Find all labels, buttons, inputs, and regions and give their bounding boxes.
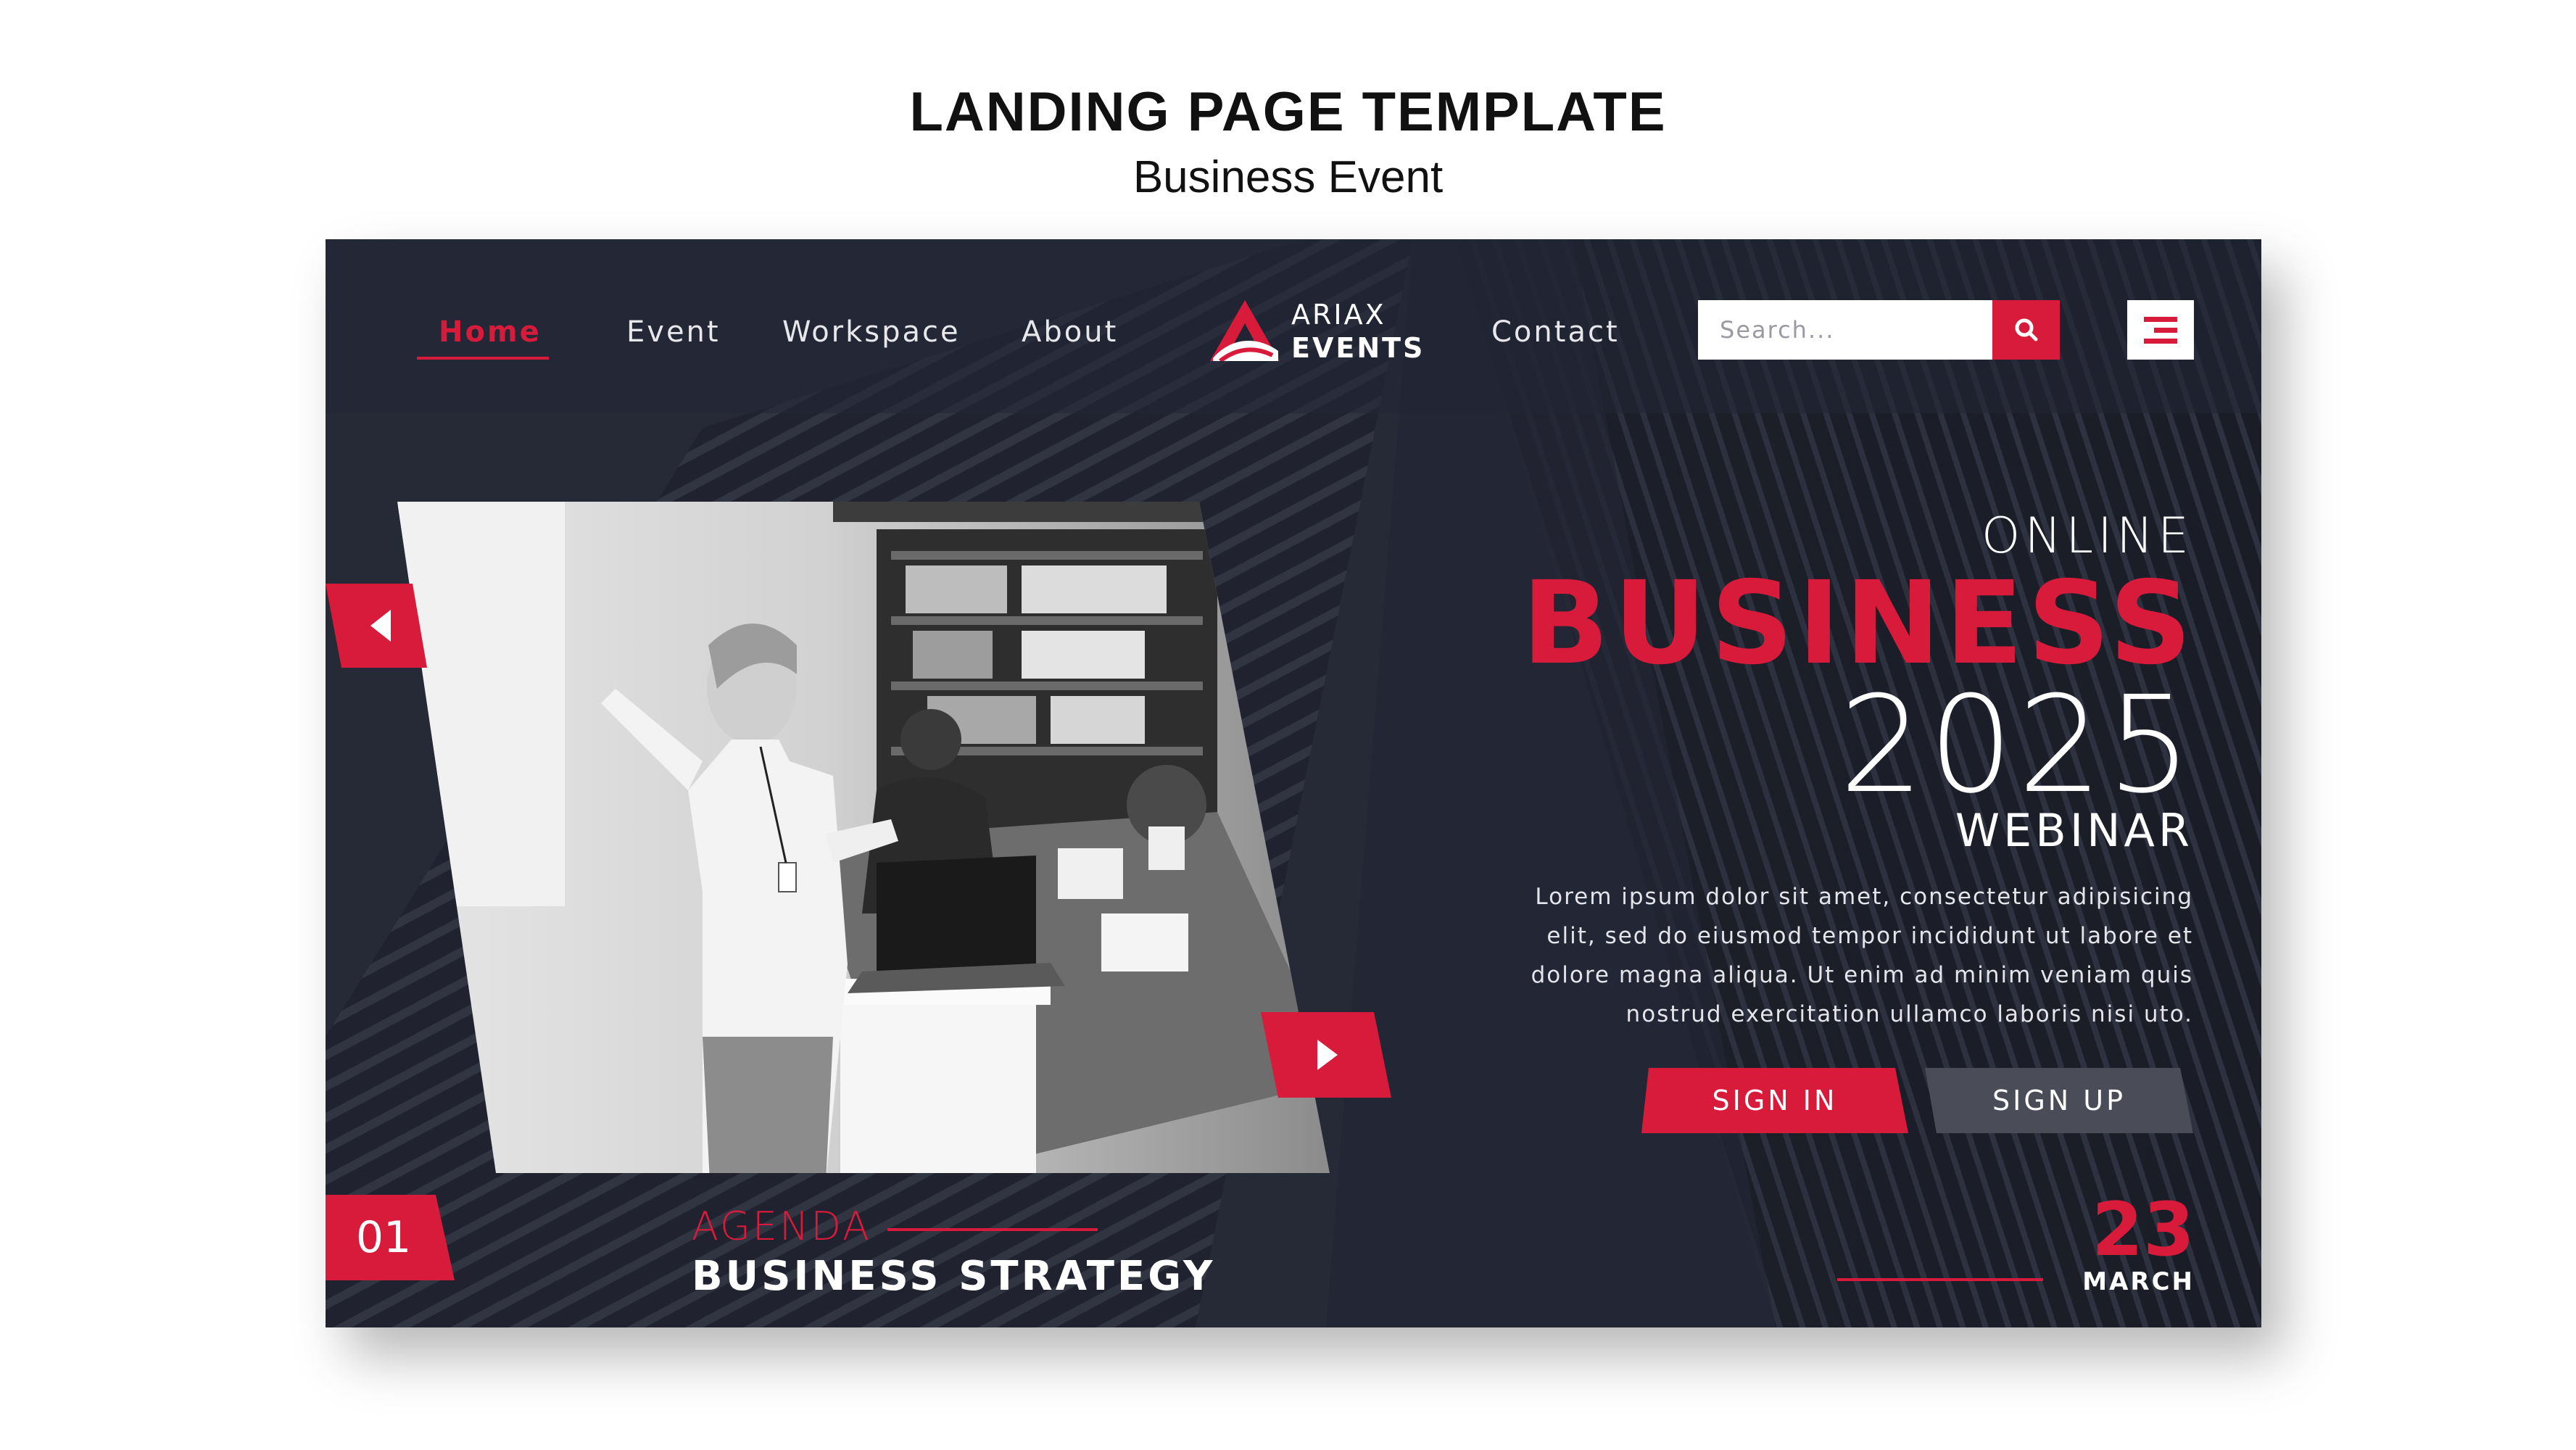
agenda-label: AGENDA [692,1204,871,1249]
hero-tagline: WEBINAR [1955,804,2193,857]
hero-year: 2025 [1839,668,2196,823]
sign-up-button[interactable]: SIGN UP [1925,1068,2193,1133]
page-title: LANDING PAGE TEMPLATE [909,81,1667,143]
search-icon [2015,318,2037,341]
event-date-month: MARCH [2082,1267,2195,1296]
page-subtitle: Business Event [1132,152,1444,202]
search-input[interactable] [1698,300,1992,360]
event-date-day: 23 [2092,1187,2195,1273]
nav-contact[interactable]: Contact [1491,310,1620,354]
slide-number: 01 [355,1212,412,1263]
hero-description: Lorem ipsum dolor sit amet, consectetur … [1531,884,2193,1027]
search-button[interactable] [1992,300,2060,360]
prev-slide-button[interactable] [326,584,427,668]
sign-in-button[interactable]: SIGN IN [1641,1068,1908,1133]
agenda-divider [887,1228,1098,1231]
menu-button[interactable] [2127,300,2194,360]
date-divider [1837,1278,2043,1281]
landing-page-mockup: Home Event Workspace About Contact ARIAX… [326,239,2261,1327]
agenda-title: BUSINESS STRATEGY [692,1253,1216,1300]
menu-icon [2144,317,2177,344]
sign-up-label: SIGN UP [1992,1085,2126,1116]
hero-photo [397,502,1330,1173]
sign-in-label: SIGN IN [1712,1085,1838,1116]
page-heading: LANDING PAGE TEMPLATE Business Event [0,76,2576,207]
search-box [1698,300,1992,360]
next-slide-button[interactable] [1261,1012,1391,1098]
